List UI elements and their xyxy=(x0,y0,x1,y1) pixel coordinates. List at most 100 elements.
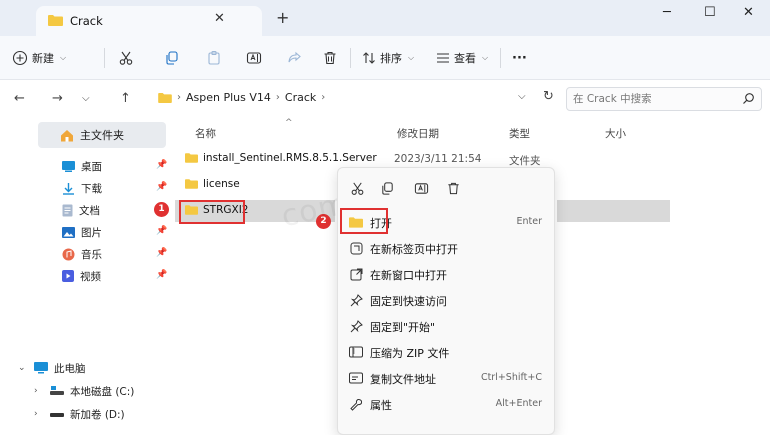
cut-button[interactable] xyxy=(118,48,134,68)
menu-item-open-new-tab[interactable]: 在新标签页中打开 xyxy=(344,235,550,261)
highlight-box xyxy=(340,208,388,234)
file-name-cell: license xyxy=(185,178,240,190)
chevron-right-icon: › xyxy=(177,92,181,103)
search-box[interactable] xyxy=(566,87,762,111)
address-bar[interactable]: › Aspen Plus V14 › Crack › ⌵ ↻ xyxy=(148,85,558,111)
selection-highlight xyxy=(557,200,670,222)
sidebar-item-pictures[interactable]: 图片 xyxy=(62,223,102,241)
menu-item-open-new-window[interactable]: 在新窗口中打开 xyxy=(344,261,550,287)
title-bar: Crack ✕ + ─ ☐ ✕ xyxy=(0,0,770,36)
tab-crack[interactable]: Crack ✕ xyxy=(36,6,262,36)
sidebar-item-videos[interactable]: 视频 xyxy=(62,267,101,285)
view-button[interactable]: 查看 ⌵ xyxy=(436,48,488,68)
search-input[interactable] xyxy=(573,91,733,107)
sort-button[interactable]: 排序 ⌵ xyxy=(362,48,414,68)
document-icon xyxy=(62,204,73,216)
context-menu-quick-actions xyxy=(338,176,556,200)
column-header-date[interactable]: 修改日期 xyxy=(397,126,439,141)
sidebar-item-desktop[interactable]: 桌面 xyxy=(62,157,102,175)
view-list-icon xyxy=(437,53,449,63)
share-icon xyxy=(288,51,301,63)
sidebar-item-home[interactable]: 主文件夹 xyxy=(38,122,166,148)
rename-button[interactable] xyxy=(410,178,432,198)
pin-icon[interactable]: 📌 xyxy=(156,226,167,236)
folder-icon xyxy=(185,179,198,189)
pin-icon[interactable]: 📌 xyxy=(156,248,167,258)
column-header-type[interactable]: 类型 xyxy=(509,126,530,141)
drive-icon xyxy=(50,386,64,395)
view-label: 查看 xyxy=(454,52,476,65)
step-badge: 1 xyxy=(154,202,169,217)
sidebar-item-label: 下载 xyxy=(81,182,102,195)
delete-button[interactable] xyxy=(322,48,338,68)
sidebar-item-label: 桌面 xyxy=(81,160,102,173)
up-arrow-icon[interactable]: ↑ xyxy=(120,91,131,106)
tab-close-icon[interactable]: ✕ xyxy=(214,11,225,26)
zip-icon xyxy=(348,344,364,360)
sidebar-item-label: 本地磁盘 (C:) xyxy=(70,385,135,398)
refresh-icon[interactable]: ↻ xyxy=(543,89,554,104)
home-icon xyxy=(61,129,73,141)
pin-icon[interactable]: 📌 xyxy=(156,270,167,280)
new-tab-button[interactable]: + xyxy=(276,10,289,26)
share-button[interactable] xyxy=(286,48,302,68)
sidebar-item-music[interactable]: 音乐 xyxy=(62,245,102,263)
sidebar-item-drive-c[interactable]: › 本地磁盘 (C:) xyxy=(34,382,134,400)
chevron-right-icon[interactable]: › xyxy=(34,386,44,396)
scissors-icon xyxy=(351,182,363,195)
menu-item-pin-start[interactable]: 固定到"开始" xyxy=(344,313,550,339)
minimize-button[interactable]: ─ xyxy=(663,5,671,20)
navigation-pane: 主文件夹 桌面 📌 下载 📌 文档 📌 图片 📌 音乐 📌 视频 📌 ⌄ 此电脑… xyxy=(0,118,175,435)
sidebar-item-label: 图片 xyxy=(81,226,102,239)
desktop-icon xyxy=(62,160,75,172)
copy-button[interactable] xyxy=(376,178,398,198)
recent-locations-icon[interactable]: ⌵ xyxy=(82,93,90,104)
more-options-button[interactable]: ··· xyxy=(512,48,527,68)
sidebar-item-drive-d[interactable]: › 新加卷 (D:) xyxy=(34,405,125,423)
pin-start-icon xyxy=(348,318,364,334)
paste-button[interactable] xyxy=(206,48,222,68)
delete-button[interactable] xyxy=(442,178,464,198)
menu-item-copy-path[interactable]: 复制文件地址 Ctrl+Shift+C xyxy=(344,365,550,391)
menu-item-label: 压缩为 ZIP 文件 xyxy=(370,347,450,360)
menu-item-properties[interactable]: 属性 Alt+Enter xyxy=(344,391,550,417)
chevron-right-icon: › xyxy=(321,92,326,103)
new-label: 新建 xyxy=(32,52,54,65)
computer-icon xyxy=(34,362,48,374)
folder-icon xyxy=(48,15,63,26)
breadcrumb-item[interactable]: Aspen Plus V14 xyxy=(186,91,271,104)
new-window-icon xyxy=(348,266,364,282)
chevron-right-icon[interactable]: › xyxy=(34,409,44,419)
drive-icon xyxy=(50,413,64,417)
rename-button[interactable] xyxy=(246,48,262,68)
sidebar-item-this-pc[interactable]: ⌄ 此电脑 xyxy=(18,359,86,377)
column-header-size[interactable]: 大小 xyxy=(605,126,626,141)
menu-item-label: 在新标签页中打开 xyxy=(370,243,458,256)
forward-arrow-icon[interactable]: → xyxy=(52,91,63,106)
close-window-button[interactable]: ✕ xyxy=(743,5,754,20)
back-arrow-icon[interactable]: ← xyxy=(14,91,25,106)
pin-icon[interactable]: 📌 xyxy=(156,160,167,170)
sidebar-item-documents[interactable]: 文档 xyxy=(62,201,100,219)
download-icon xyxy=(63,182,74,195)
menu-item-label: 复制文件地址 xyxy=(370,373,436,386)
cut-button[interactable] xyxy=(346,178,368,198)
pin-icon[interactable]: 📌 xyxy=(156,182,167,192)
sidebar-item-downloads[interactable]: 下载 xyxy=(62,179,102,197)
picture-icon xyxy=(62,226,75,238)
folder-icon xyxy=(158,92,172,103)
breadcrumb-item[interactable]: Crack xyxy=(285,91,316,104)
column-header-name[interactable]: 名称 xyxy=(195,126,216,141)
menu-item-pin-quick-access[interactable]: 固定到快速访问 xyxy=(344,287,550,313)
menu-item-compress-zip[interactable]: 压缩为 ZIP 文件 xyxy=(344,339,550,365)
new-button[interactable]: 新建 ⌵ xyxy=(12,48,66,68)
chevron-right-icon: › xyxy=(275,92,280,103)
maximize-button[interactable]: ☐ xyxy=(704,5,716,20)
video-icon xyxy=(62,270,74,282)
sidebar-item-label: 新加卷 (D:) xyxy=(70,408,125,421)
sort-label: 排序 xyxy=(380,52,402,65)
address-dropdown-icon[interactable]: ⌵ xyxy=(518,91,526,102)
copy-button[interactable] xyxy=(164,48,180,68)
properties-icon xyxy=(348,396,364,412)
expand-arrow-icon[interactable]: ⌄ xyxy=(18,363,28,373)
